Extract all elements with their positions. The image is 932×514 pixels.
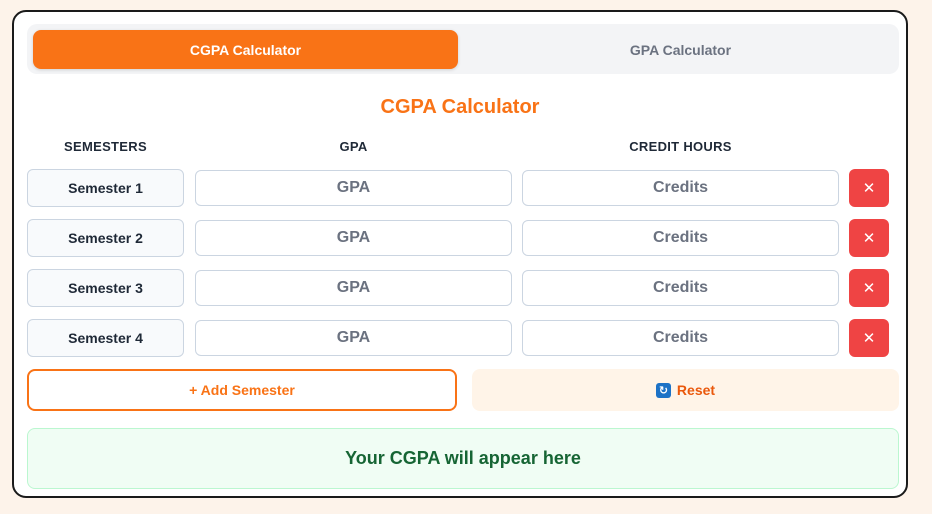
calculator-card: CGPA Calculator GPA Calculator CGPA Calc… [12,10,908,498]
add-semester-button[interactable]: + Add Semester [27,369,457,411]
gpa-input[interactable] [195,220,512,256]
close-icon: ✕ [862,279,876,297]
semester-row: Semester 3 ✕ [14,269,906,307]
reset-button[interactable]: ↻ Reset [472,369,899,411]
semester-label: Semester 3 [27,269,184,307]
refresh-icon: ↻ [655,382,671,398]
delete-semester-button[interactable]: ✕ [849,219,889,257]
column-header-gpa: GPA [339,139,368,154]
semester-row: Semester 1 ✕ [14,169,906,207]
semester-label: Semester 4 [27,319,184,357]
gpa-input[interactable] [195,270,512,306]
close-icon: ✕ [862,179,876,197]
delete-semester-button[interactable]: ✕ [849,269,889,307]
credits-input[interactable] [522,320,839,356]
semester-label: Semester 1 [27,169,184,207]
column-header-semesters: SEMESTERS [64,139,147,154]
credits-input[interactable] [522,170,839,206]
semester-row: Semester 4 ✕ [14,319,906,357]
cgpa-result: Your CGPA will appear here [27,428,899,489]
gpa-input[interactable] [195,170,512,206]
semester-row: Semester 2 ✕ [14,219,906,257]
credits-input[interactable] [522,270,839,306]
gpa-input[interactable] [195,320,512,356]
reset-label: Reset [676,382,716,398]
delete-semester-button[interactable]: ✕ [849,169,889,207]
close-icon: ✕ [862,329,876,347]
page-title: CGPA Calculator [380,96,540,118]
tab-gpa-calculator[interactable]: GPA Calculator [468,30,893,69]
credits-input[interactable] [522,220,839,256]
delete-semester-button[interactable]: ✕ [849,319,889,357]
close-icon: ✕ [862,229,876,247]
tab-cgpa-calculator[interactable]: CGPA Calculator [33,30,458,69]
semester-label: Semester 2 [27,219,184,257]
column-header-credit-hours: CREDIT HOURS [629,139,732,154]
tab-bar: CGPA Calculator GPA Calculator [27,24,899,74]
